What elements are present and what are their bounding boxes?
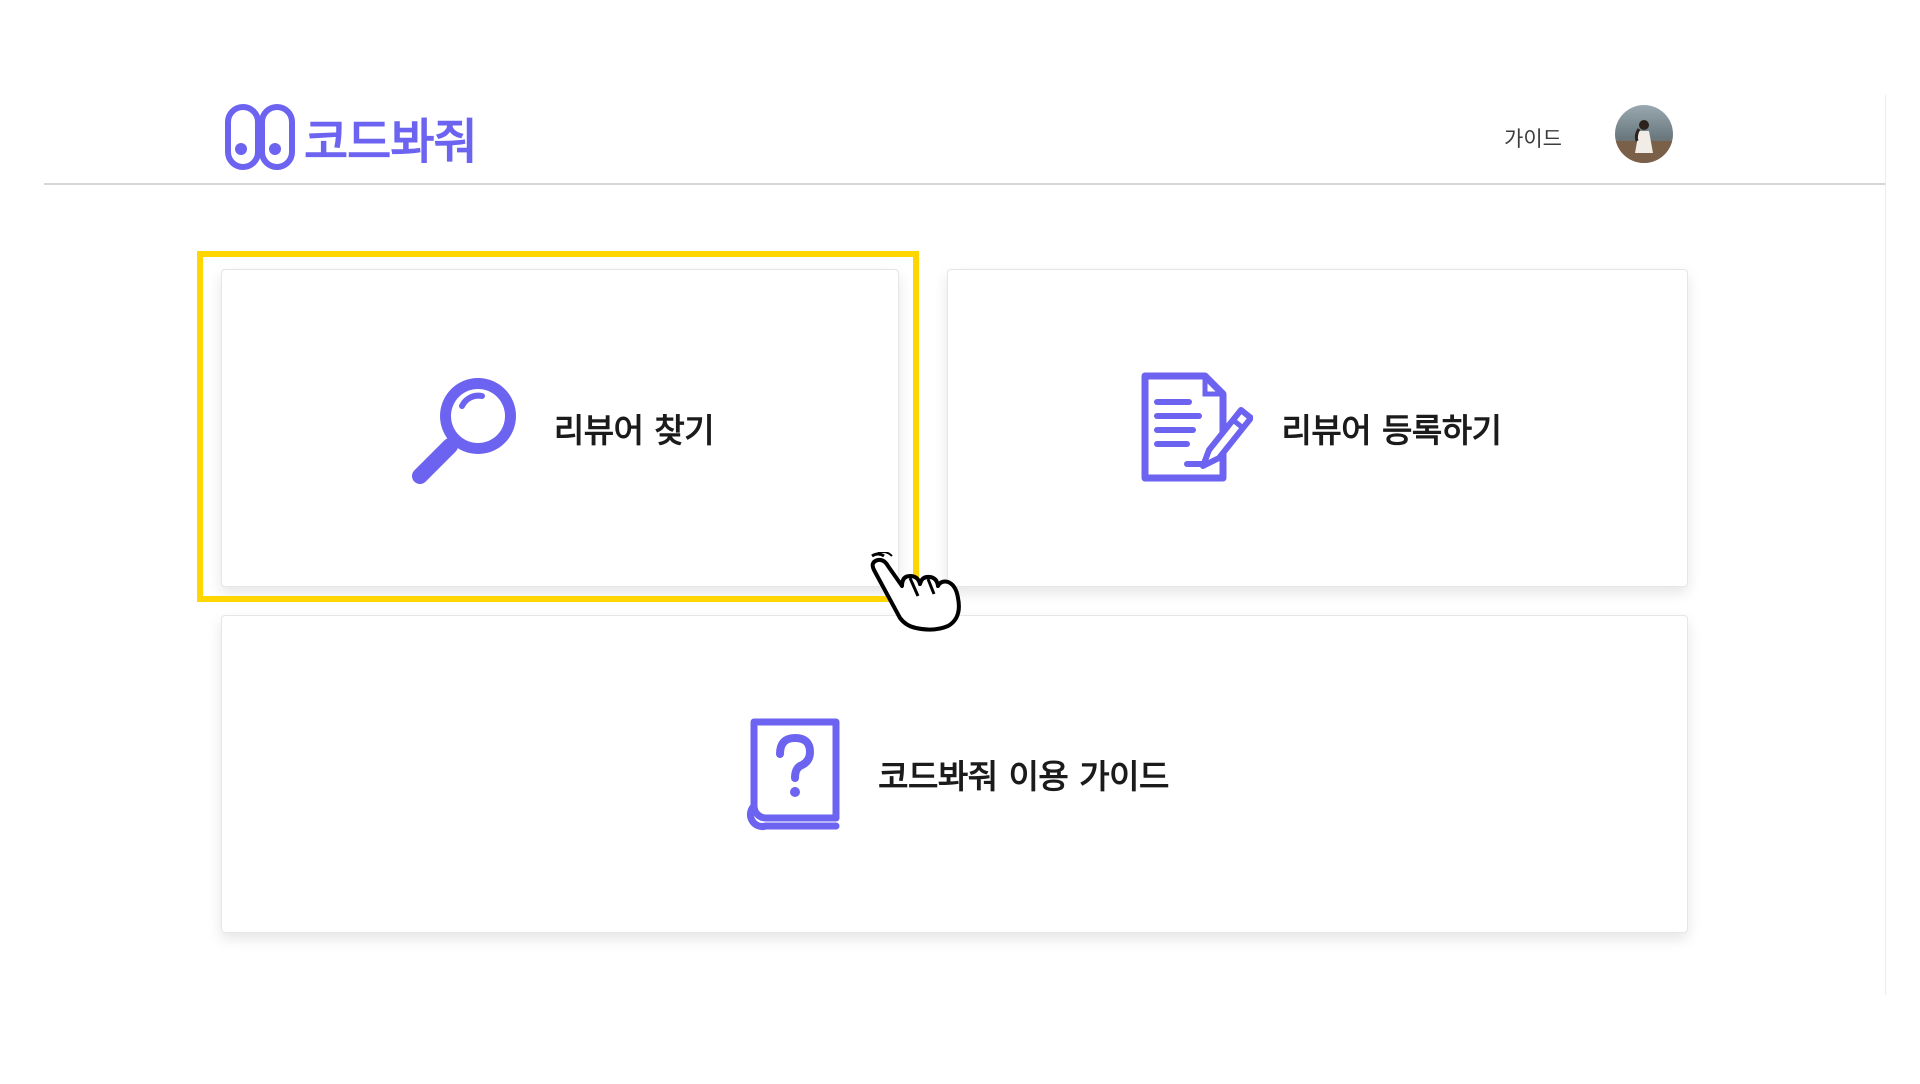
usage-guide-card[interactable]: 코드봐줘 이용 가이드 bbox=[221, 615, 1688, 933]
top-navbar: 코드봐줘 가이드 bbox=[44, 95, 1885, 185]
register-reviewer-label: 리뷰어 등록하기 bbox=[1281, 411, 1502, 450]
user-avatar[interactable] bbox=[1615, 105, 1673, 163]
avatar-photo bbox=[1615, 105, 1673, 163]
document-edit-icon bbox=[1141, 372, 1254, 482]
logo-link[interactable]: 코드봐줘 bbox=[224, 101, 478, 173]
help-book-icon bbox=[747, 718, 840, 831]
search-icon bbox=[411, 378, 516, 484]
find-reviewer-label: 리뷰어 찾기 bbox=[553, 411, 715, 450]
find-reviewer-card[interactable]: 리뷰어 찾기 bbox=[221, 269, 899, 587]
register-reviewer-card[interactable]: 리뷰어 등록하기 bbox=[947, 269, 1688, 587]
logo-text: 코드봐줘 bbox=[304, 114, 478, 170]
frame-border bbox=[1885, 95, 1886, 995]
logo-eyes-icon bbox=[225, 104, 295, 170]
nav-guide-link[interactable]: 가이드 bbox=[1504, 123, 1562, 153]
usage-guide-label: 코드봐줘 이용 가이드 bbox=[878, 757, 1169, 796]
